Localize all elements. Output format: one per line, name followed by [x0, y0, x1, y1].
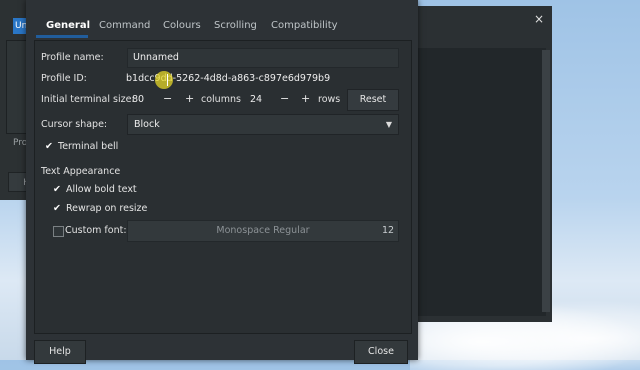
tab-general[interactable]: General [46, 20, 90, 31]
rows-label: rows [318, 94, 341, 105]
columns-increment-button[interactable]: + [185, 92, 194, 105]
custom-font-label: Custom font: [65, 225, 127, 236]
cursor-shape-dropdown[interactable]: Block ▼ [127, 114, 399, 135]
checkmark-icon: ✔ [45, 141, 53, 152]
terminal-bell-checkbox[interactable]: ✔ Terminal bell [45, 141, 118, 152]
columns-decrement-button[interactable]: − [163, 92, 172, 105]
rewrap-checkbox[interactable]: ✔ Rewrap on resize [53, 203, 147, 214]
checkmark-icon: ✔ [53, 203, 61, 214]
rows-value[interactable]: 24 [250, 94, 262, 105]
profile-preferences-dialog: General Command Colours Scrolling Compat… [26, 0, 418, 364]
allow-bold-checkbox[interactable]: ✔ Allow bold text [53, 184, 137, 195]
font-name: Monospace Regular [216, 225, 310, 236]
close-icon[interactable]: × [534, 12, 544, 26]
tab-bar: General Command Colours Scrolling Compat… [26, 0, 418, 40]
text-appearance-heading: Text Appearance [41, 166, 121, 177]
columns-label: columns [201, 94, 241, 105]
active-tab-indicator [36, 35, 88, 38]
chevron-down-icon: ▼ [385, 120, 392, 129]
profile-name-input[interactable]: Unnamed [127, 48, 399, 68]
rewrap-label: Rewrap on resize [66, 203, 148, 214]
cursor-highlight [155, 71, 173, 89]
columns-value[interactable]: 80 [132, 94, 144, 105]
tab-scrolling[interactable]: Scrolling [214, 20, 257, 31]
cursor-shape-label: Cursor shape: [41, 119, 108, 130]
reset-size-button[interactable]: Reset [347, 89, 399, 111]
profile-id-label: Profile ID: [41, 73, 87, 84]
tab-compatibility[interactable]: Compatibility [271, 20, 338, 31]
close-button[interactable]: Close [354, 340, 408, 364]
terminal-size-label: Initial terminal size: [41, 94, 135, 105]
font-size-value: 12 [382, 225, 395, 236]
profile-name-label: Profile name: [41, 52, 104, 63]
allow-bold-label: Allow bold text [66, 184, 137, 195]
custom-font-checkbox[interactable] [53, 226, 64, 237]
tab-command[interactable]: Command [99, 20, 150, 31]
tab-colours[interactable]: Colours [163, 20, 201, 31]
font-chooser-button[interactable]: Monospace Regular [127, 220, 399, 242]
rows-decrement-button[interactable]: − [280, 92, 289, 105]
terminal-bell-label: Terminal bell [58, 141, 119, 152]
cursor-shape-value: Block [134, 119, 160, 130]
rows-increment-button[interactable]: + [301, 92, 310, 105]
checkmark-icon: ✔ [53, 184, 61, 195]
general-tab-content: Profile name: Unnamed Profile ID: b1dcc9… [34, 40, 412, 334]
help-button[interactable]: Help [34, 340, 86, 364]
background-terminal-window: × [410, 6, 552, 322]
text-caret [167, 74, 168, 86]
scrollbar[interactable] [542, 50, 550, 312]
terminal-area[interactable] [416, 48, 546, 316]
